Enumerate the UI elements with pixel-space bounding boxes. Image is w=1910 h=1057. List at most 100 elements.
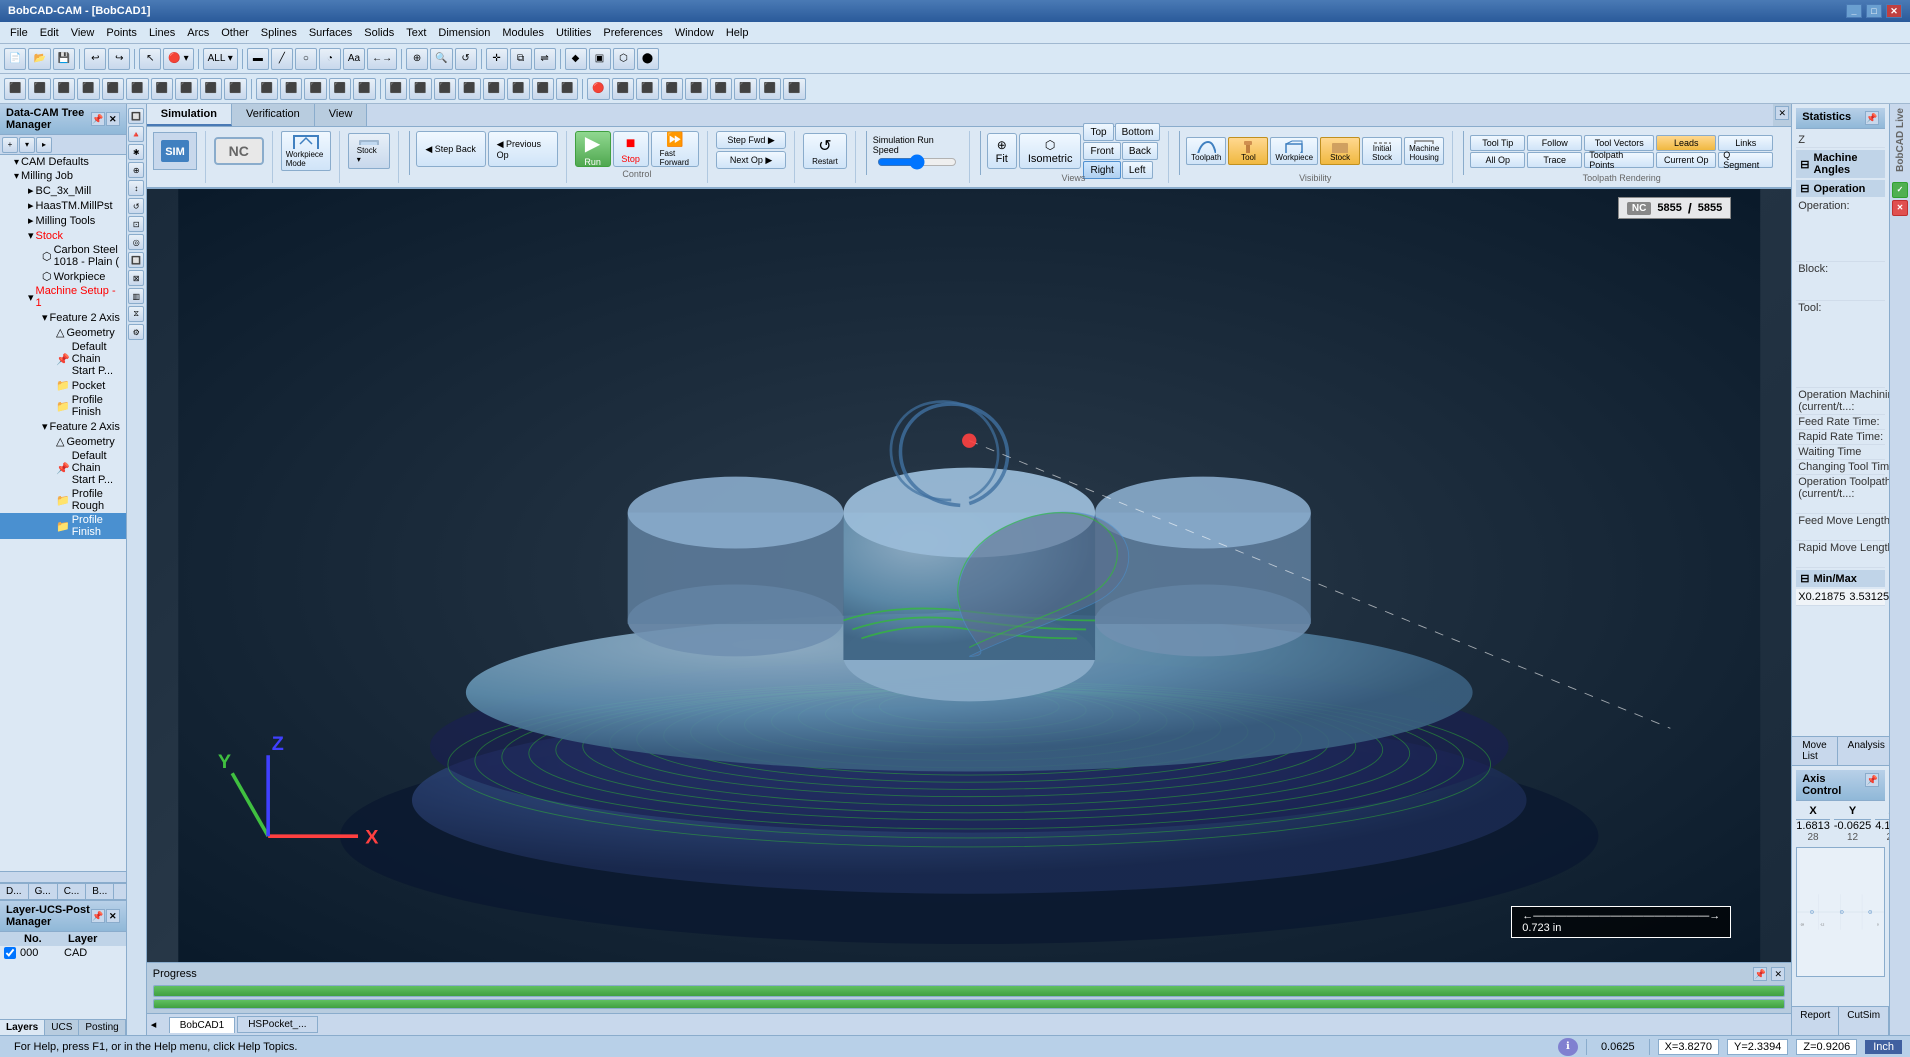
lmt-8[interactable]: ◎ xyxy=(128,234,144,250)
restart-btn[interactable]: ↺ Restart xyxy=(803,133,847,169)
tb2-25[interactable]: ⬛ xyxy=(612,78,634,100)
layer-manager-pin[interactable]: 📌 xyxy=(91,909,105,923)
tree-item-cam-defaults[interactable]: ▾ CAM Defaults xyxy=(0,155,126,169)
menu-modules[interactable]: Modules xyxy=(496,25,550,41)
tb2-12[interactable]: ⬛ xyxy=(280,78,302,100)
isometric-btn[interactable]: ⬡ Isometric xyxy=(1019,133,1082,169)
tb2-4[interactable]: ⬛ xyxy=(77,78,99,100)
stats-pin-btn[interactable]: 📌 xyxy=(1865,111,1879,125)
links-btn[interactable]: Links xyxy=(1718,135,1773,151)
viewport-tab-hspocket[interactable]: HSPocket_... xyxy=(237,1016,317,1033)
tb-zoom-in[interactable]: 🔍 xyxy=(430,48,452,70)
tb2-2[interactable]: ⬛ xyxy=(28,78,50,100)
run-btn[interactable]: ▶ Run xyxy=(575,131,611,167)
menu-edit[interactable]: Edit xyxy=(34,25,65,41)
tb2-30[interactable]: ⬛ xyxy=(734,78,756,100)
initial-stock-vis-btn[interactable]: Initial Stock xyxy=(1362,137,1402,165)
toolpath-vis-btn[interactable]: Toolpath xyxy=(1186,137,1226,165)
tb2-20[interactable]: ⬛ xyxy=(483,78,505,100)
tree-item-carbon-steel[interactable]: ⬡ Carbon Steel 1018 - Plain ( xyxy=(0,243,126,269)
cam-tree-tb-collapse[interactable]: ▸ xyxy=(36,137,52,153)
next-op-btn[interactable]: Next Op ▶ xyxy=(716,151,786,169)
tb-open[interactable]: 📂 xyxy=(28,48,50,70)
tb-solid4[interactable]: ⬤ xyxy=(637,48,659,70)
tree-item-profile-rough[interactable]: 📁 Profile Rough xyxy=(0,487,126,513)
tb2-6[interactable]: ⬛ xyxy=(126,78,148,100)
menu-lines[interactable]: Lines xyxy=(143,25,181,41)
right-tab-movelist[interactable]: Move List xyxy=(1792,737,1837,765)
tb2-19[interactable]: ⬛ xyxy=(458,78,480,100)
fit-btn[interactable]: ⊕ Fit xyxy=(987,133,1017,169)
cam-tree-pin[interactable]: 📌 xyxy=(91,112,105,126)
menu-solids[interactable]: Solids xyxy=(358,25,400,41)
tree-item-chain-start-1[interactable]: 📌 Default Chain Start P... xyxy=(0,340,126,378)
lmt-4[interactable]: ⊕ xyxy=(128,162,144,178)
speed-slider[interactable] xyxy=(877,157,957,167)
tb-rotate[interactable]: ↺ xyxy=(455,48,477,70)
menu-view[interactable]: View xyxy=(65,25,101,41)
tb2-24[interactable]: 🔴 xyxy=(587,78,609,100)
tree-item-workpiece[interactable]: ⬡ Workpiece xyxy=(0,269,126,284)
left-tab-b[interactable]: B... xyxy=(86,884,114,899)
tree-item-machine-setup[interactable]: ▾ Machine Setup - 1 xyxy=(0,284,126,310)
trace-btn[interactable]: Trace xyxy=(1527,152,1582,168)
lmt-13[interactable]: ⚙ xyxy=(128,324,144,340)
back-btn[interactable]: Back xyxy=(1122,142,1158,160)
tb2-17[interactable]: ⬛ xyxy=(409,78,431,100)
lmt-7[interactable]: ⊡ xyxy=(128,216,144,232)
prev-op-btn[interactable]: ◀ Previous Op xyxy=(488,131,558,167)
left-tab-g[interactable]: G... xyxy=(29,884,58,899)
tree-item-chain-start-2[interactable]: 📌 Default Chain Start P... xyxy=(0,449,126,487)
sim-tab-verification[interactable]: Verification xyxy=(232,104,315,126)
menu-utilities[interactable]: Utilities xyxy=(550,25,597,41)
menu-surfaces[interactable]: Surfaces xyxy=(303,25,358,41)
tb-undo[interactable]: ↩ xyxy=(84,48,106,70)
tb2-16[interactable]: ⬛ xyxy=(385,78,407,100)
layer-tab-ucs[interactable]: UCS xyxy=(45,1020,79,1035)
tb2-14[interactable]: ⬛ xyxy=(329,78,351,100)
menu-other[interactable]: Other xyxy=(215,25,255,41)
tb-move[interactable]: ✛ xyxy=(486,48,508,70)
tree-scrollbar[interactable] xyxy=(0,871,126,883)
lmt-1[interactable]: 🔲 xyxy=(128,108,144,124)
layer-manager-close[interactable]: ✕ xyxy=(106,909,120,923)
tb-circle[interactable]: ○ xyxy=(295,48,317,70)
tb2-1[interactable]: ⬛ xyxy=(4,78,26,100)
tb-arc[interactable]: ◔ xyxy=(319,48,341,70)
lmt-10[interactable]: ⊠ xyxy=(128,270,144,286)
tb2-18[interactable]: ⬛ xyxy=(434,78,456,100)
toolpath-points-btn[interactable]: Toolpath Points xyxy=(1584,152,1654,168)
lmt-9[interactable]: 🔲 xyxy=(128,252,144,268)
fast-fwd-btn[interactable]: ⏩ Fast Forward xyxy=(651,131,699,167)
minimize-button[interactable]: _ xyxy=(1846,4,1862,18)
lmt-6[interactable]: ↺ xyxy=(128,198,144,214)
tb-solid1[interactable]: ◆ xyxy=(565,48,587,70)
tb-save[interactable]: 💾 xyxy=(53,48,75,70)
far-right-check[interactable]: ✓ xyxy=(1892,182,1908,198)
layer-visible-checkbox[interactable] xyxy=(4,947,16,959)
tb-redo[interactable]: ↪ xyxy=(108,48,130,70)
menu-points[interactable]: Points xyxy=(100,25,143,41)
lmt-12[interactable]: ⧖ xyxy=(128,306,144,322)
tree-item-milling-tools[interactable]: ▸ Milling Tools xyxy=(0,213,126,228)
tb2-29[interactable]: ⬛ xyxy=(710,78,732,100)
tb2-8[interactable]: ⬛ xyxy=(175,78,197,100)
axis-control-pin[interactable]: 📌 xyxy=(1865,773,1879,787)
sim-tab-simulation[interactable]: Simulation xyxy=(147,104,232,126)
menu-window[interactable]: Window xyxy=(669,25,720,41)
tb-snap-dropdown[interactable]: 🔴 ▾ xyxy=(163,48,193,70)
bottom-btn[interactable]: Bottom xyxy=(1115,123,1161,141)
stop-btn[interactable]: ■ Stop xyxy=(613,131,649,167)
right-tab-analysis[interactable]: Analysis xyxy=(1838,737,1889,765)
rbt-report[interactable]: Report xyxy=(1792,1007,1839,1035)
sim-toolbar-close[interactable]: ✕ xyxy=(1775,106,1789,120)
top-btn[interactable]: Top xyxy=(1083,123,1113,141)
sim-tab-view[interactable]: View xyxy=(315,104,368,126)
all-op-btn[interactable]: All Op xyxy=(1470,152,1525,168)
menu-preferences[interactable]: Preferences xyxy=(597,25,668,41)
far-right-x[interactable]: ✕ xyxy=(1892,200,1908,216)
tb-copy[interactable]: ⧉ xyxy=(510,48,532,70)
menu-dimension[interactable]: Dimension xyxy=(432,25,496,41)
tool-tip-btn[interactable]: Tool Tip xyxy=(1470,135,1525,151)
tb-dim[interactable]: ←→ xyxy=(367,48,397,70)
